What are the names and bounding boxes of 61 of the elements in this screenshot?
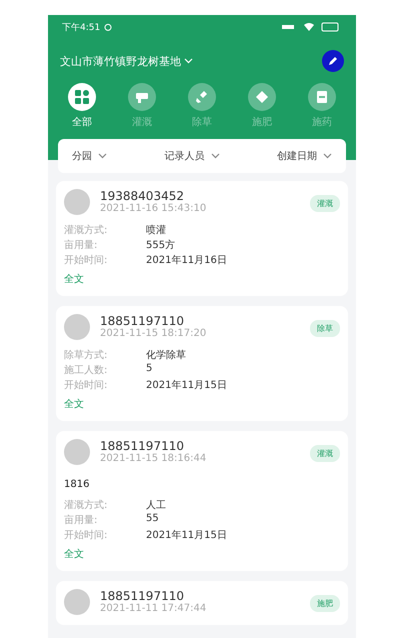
box-icon bbox=[315, 90, 329, 104]
field-value: 人工 bbox=[146, 499, 167, 512]
user-phone: 18851197110 bbox=[100, 589, 185, 603]
field-label: 亩用量: bbox=[64, 514, 98, 527]
alarm-clock-icon bbox=[104, 23, 112, 31]
category-tab[interactable]: 施肥 bbox=[237, 83, 287, 129]
field-label: 亩用量: bbox=[64, 238, 98, 252]
edit-button[interactable] bbox=[322, 50, 344, 72]
avatar bbox=[64, 589, 90, 615]
field-value: 2021年11月16日 bbox=[146, 254, 228, 267]
field-value: 55 bbox=[146, 513, 160, 526]
field-value: 2021年11月15日 bbox=[146, 379, 228, 392]
field-value: 喷灌 bbox=[146, 224, 167, 237]
type-tag: 灌溉 bbox=[310, 445, 340, 462]
avatar bbox=[64, 314, 90, 340]
avatar bbox=[64, 189, 90, 215]
field-value: 2021年11月15日 bbox=[146, 529, 228, 542]
record-card[interactable]: 19388403452 2021-11-16 15:43:10 灌溉 灌溉方式: 喷灌 亩用量: 555方 开始时间: 2021年11月16日 全文 bbox=[56, 181, 348, 296]
filter-dropdown[interactable]: 创建日期 bbox=[277, 149, 332, 163]
category-tab[interactable]: 全部 bbox=[57, 83, 107, 129]
field-label: 施工人数: bbox=[64, 364, 108, 377]
chevron-down-icon bbox=[323, 153, 332, 159]
field-label: 灌溉方式: bbox=[64, 224, 108, 237]
full-text-link[interactable]: 全文 bbox=[64, 272, 84, 286]
record-card[interactable]: 18851197110 2021-11-15 18:16:44 灌溉 1816 灌溉方式: 人工 亩用量: 55 开始时间: 2021年11月15日 全文 bbox=[56, 431, 348, 571]
type-tag: 除草 bbox=[310, 320, 340, 337]
type-tag: 灌溉 bbox=[310, 195, 340, 212]
record-time: 2021-11-11 17:47:44 bbox=[100, 603, 208, 614]
field-label: 开始时间: bbox=[64, 528, 108, 542]
field-label: 开始时间: bbox=[64, 378, 108, 392]
field-value: 化学除草 bbox=[146, 348, 187, 362]
field-value: 5 bbox=[146, 363, 154, 376]
record-card[interactable]: 18851197110 2021-11-11 17:47:44 施肥 bbox=[56, 581, 348, 625]
user-phone: 18851197110 bbox=[100, 314, 185, 328]
full-text-link[interactable]: 全文 bbox=[64, 397, 84, 411]
record-time: 2021-11-16 15:43:10 bbox=[100, 203, 208, 214]
avatar bbox=[64, 439, 90, 465]
filter-dropdown[interactable]: 记录人员 bbox=[164, 149, 220, 163]
chevron-down-icon bbox=[184, 58, 193, 64]
field-label: 灌溉方式: bbox=[64, 498, 108, 512]
status-time: 下午4:51 bbox=[62, 22, 100, 34]
user-phone: 19388403452 bbox=[100, 189, 185, 203]
type-tag: 施肥 bbox=[310, 595, 340, 612]
user-phone: 18851197110 bbox=[100, 439, 185, 453]
filter-dropdown[interactable]: 分园 bbox=[72, 149, 107, 163]
category-tab[interactable]: 除草 bbox=[177, 83, 227, 129]
chevron-down-icon bbox=[210, 153, 220, 159]
record-card[interactable]: 18851197110 2021-11-15 18:17:20 除草 除草方式: 化学除草 施工人数: 5 开始时间: 2021年11月15日 全文 bbox=[56, 306, 348, 421]
grid-icon bbox=[75, 90, 89, 104]
chevron-down-icon bbox=[98, 153, 107, 159]
field-label: 除草方式: bbox=[64, 348, 108, 362]
full-text-link[interactable]: 全文 bbox=[64, 547, 84, 561]
record-time: 2021-11-15 18:17:20 bbox=[100, 328, 208, 339]
location-selector[interactable]: 文山市薄竹镇野龙树基地 bbox=[60, 54, 193, 68]
record-time: 2021-11-15 18:16:44 bbox=[100, 453, 208, 464]
category-tab[interactable]: 施药 bbox=[297, 83, 347, 129]
category-tab[interactable]: 灌溉 bbox=[117, 83, 167, 129]
field-value: 555方 bbox=[146, 238, 176, 252]
record-note: 1816 bbox=[64, 479, 90, 490]
pencil-icon bbox=[327, 55, 339, 67]
field-label: 开始时间: bbox=[64, 254, 108, 267]
